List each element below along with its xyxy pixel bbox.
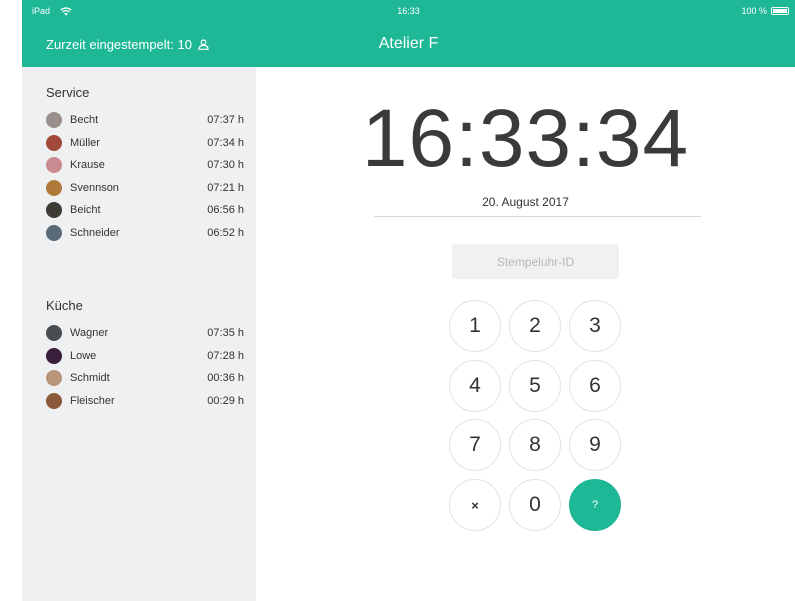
staff-name: Krause xyxy=(70,159,105,171)
battery-icon xyxy=(771,7,789,15)
staff-time: 00:29 h xyxy=(207,395,244,407)
staff-row[interactable]: Lowe 07:28 h xyxy=(46,345,244,367)
avatar xyxy=(46,370,62,386)
keypad-key-5[interactable]: 5 xyxy=(509,360,561,412)
staff-time: 06:56 h xyxy=(207,204,244,216)
app-window: iPad 16:33 100 % Zurzeit eingestempelt: … xyxy=(22,0,795,601)
keypad-key-4[interactable]: 4 xyxy=(449,360,501,412)
staff-row[interactable]: Schneider 06:52 h xyxy=(46,222,244,244)
staff-row[interactable]: Svennson 07:21 h xyxy=(46,177,244,199)
staff-row[interactable]: Becht 07:37 h xyxy=(46,109,244,131)
group-title-service: Service xyxy=(46,85,90,100)
sidebar: Service Becht 07:37 h Müller 07:34 h Kra… xyxy=(22,67,256,601)
keypad-key-6[interactable]: 6 xyxy=(569,360,621,412)
divider xyxy=(374,216,701,217)
staff-name: Müller xyxy=(70,137,100,149)
page-title: Atelier F xyxy=(378,35,439,52)
keypad-key-1[interactable]: 1 xyxy=(449,300,501,352)
avatar xyxy=(46,180,62,196)
keypad-key-9[interactable]: 9 xyxy=(569,419,621,471)
current-time: 16:33:34 xyxy=(361,93,690,184)
staff-row[interactable]: Müller 07:34 h xyxy=(46,132,244,154)
stempeluhr-id-input[interactable] xyxy=(452,244,619,279)
status-bar: iPad 16:33 100 % xyxy=(22,0,795,22)
keypad-help-button[interactable]: ? xyxy=(569,479,621,531)
status-right: 100 % xyxy=(741,6,789,16)
staff-time: 07:37 h xyxy=(207,114,244,126)
staff-time: 00:36 h xyxy=(207,372,244,384)
staff-row[interactable]: Fleischer 00:29 h xyxy=(46,390,244,412)
avatar xyxy=(46,135,62,151)
top-bar: iPad 16:33 100 % Zurzeit eingestempelt: … xyxy=(22,0,795,67)
staff-name: Becht xyxy=(70,114,99,126)
staff-name: Beicht xyxy=(70,204,101,216)
status-time: 16:33 xyxy=(397,6,420,16)
group-title-kueche: Küche xyxy=(46,298,83,313)
avatar xyxy=(46,325,62,341)
staff-row[interactable]: Krause 07:30 h xyxy=(46,154,244,176)
keypad-key-0[interactable]: 0 xyxy=(509,479,561,531)
staff-row[interactable]: Schmidt 00:36 h xyxy=(46,367,244,389)
staff-time: 06:52 h xyxy=(207,227,244,239)
keypad-key-2[interactable]: 2 xyxy=(509,300,561,352)
battery-percent: 100 % xyxy=(741,6,767,16)
keypad-key-7[interactable]: 7 xyxy=(449,419,501,471)
avatar xyxy=(46,393,62,409)
keypad-key-3[interactable]: 3 xyxy=(569,300,621,352)
keypad-clear-button[interactable]: × xyxy=(449,479,501,531)
keypad-key-8[interactable]: 8 xyxy=(509,419,561,471)
staff-name: Schmidt xyxy=(70,372,110,384)
avatar xyxy=(46,202,62,218)
staff-time: 07:21 h xyxy=(207,182,244,194)
current-date: 20. August 2017 xyxy=(482,195,569,209)
staff-time: 07:35 h xyxy=(207,327,244,339)
staff-time: 07:34 h xyxy=(207,137,244,149)
avatar xyxy=(46,157,62,173)
staff-name: Svennson xyxy=(70,182,119,194)
avatar xyxy=(46,225,62,241)
avatar xyxy=(46,348,62,364)
staff-row[interactable]: Beicht 06:56 h xyxy=(46,199,244,221)
avatar xyxy=(46,112,62,128)
staff-time: 07:30 h xyxy=(207,159,244,171)
staff-name: Lowe xyxy=(70,350,97,362)
staff-row[interactable]: Wagner 07:35 h xyxy=(46,322,244,344)
staff-name: Fleischer xyxy=(70,395,115,407)
staff-time: 07:28 h xyxy=(207,350,244,362)
staff-name: Wagner xyxy=(70,327,109,339)
staff-name: Schneider xyxy=(70,227,120,239)
